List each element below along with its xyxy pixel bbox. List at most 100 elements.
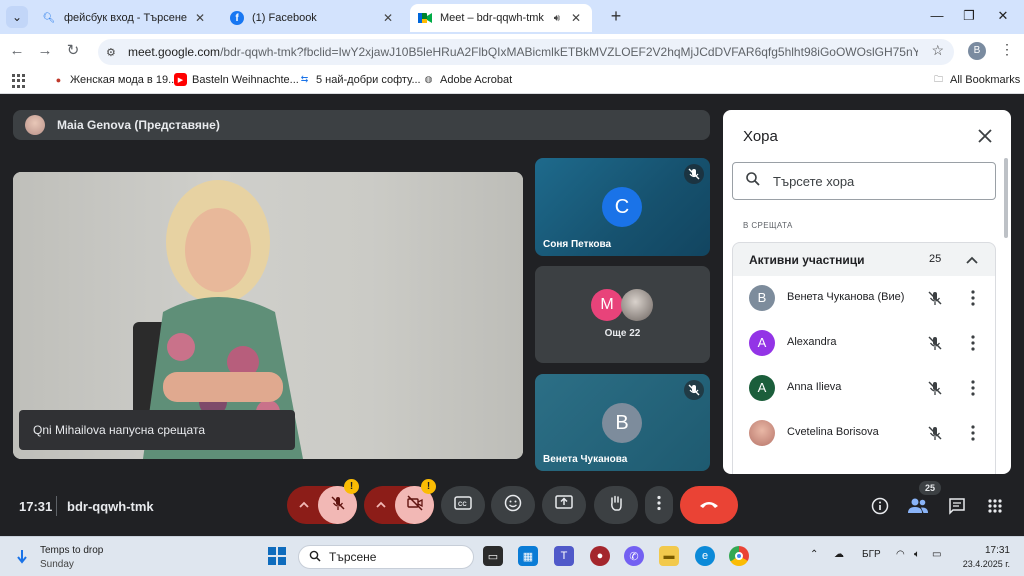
weather-icon[interactable] <box>14 549 30 565</box>
restore-button[interactable]: ❐ <box>954 5 984 27</box>
close-tab-icon[interactable]: ✕ <box>568 11 584 25</box>
browser-menu-icon[interactable]: ⋮ <box>1000 41 1014 58</box>
participant-row[interactable]: A Alexandra <box>733 321 995 365</box>
mic-off-icon[interactable] <box>926 379 944 397</box>
cloud-icon[interactable]: ☁ <box>834 549 844 560</box>
tab-meet[interactable]: Meet – bdr-qqwh-tmk 🔊︎ ✕ <box>410 4 592 32</box>
bookmark-item[interactable]: ▶ Basteln Weihnachte... <box>174 73 299 86</box>
participant-tile[interactable]: С Соня Петкова <box>535 158 710 256</box>
close-window-button[interactable]: ✕ <box>988 5 1018 27</box>
more-options-icon[interactable] <box>969 289 977 307</box>
clock-time[interactable]: 17:31 <box>984 545 1010 556</box>
mic-off-icon <box>329 494 347 517</box>
more-options-icon[interactable] <box>969 424 977 442</box>
more-options-icon[interactable] <box>969 379 977 397</box>
close-icon[interactable] <box>977 128 993 144</box>
presenter-name: Maia Genova (Представяне) <box>57 118 220 132</box>
widgets-icon[interactable]: ▦ <box>518 546 538 566</box>
tab-title: фейсбук вход - Търсене <box>64 12 188 24</box>
bookmark-label: 5 най-добри софту... <box>316 73 421 86</box>
close-tab-icon[interactable]: ✕ <box>380 11 396 25</box>
chrome-icon[interactable] <box>729 546 749 566</box>
task-view-icon[interactable]: ▭ <box>483 546 503 566</box>
participant-row[interactable]: В Венета Чуканова (Вие) <box>733 276 995 320</box>
teams-icon[interactable]: T <box>554 546 574 566</box>
bookmark-item[interactable]: ◍ Adobe Acrobat <box>422 73 513 86</box>
reactions-button[interactable] <box>491 486 535 524</box>
group-count: 25 <box>929 253 942 265</box>
more-options-icon[interactable] <box>969 334 977 352</box>
wifi-icon[interactable]: ◠ <box>896 549 905 560</box>
participant-row[interactable]: A Anna Ilieva <box>733 366 995 410</box>
tab-title: (1) Facebook <box>252 12 317 24</box>
active-participants-header[interactable]: Активни участници 25 <box>732 242 996 276</box>
participant-avatar: A <box>749 330 775 356</box>
panel-scrollbar[interactable] <box>1004 158 1008 238</box>
search-people-input[interactable] <box>773 173 973 189</box>
participant-tile[interactable]: В Венета Чуканова <box>535 374 710 471</box>
speaker-icon: 🔊︎ <box>553 12 560 24</box>
chevron-up-icon[interactable] <box>374 498 388 512</box>
mic-off-icon[interactable] <box>926 334 944 352</box>
browser-tab-strip: ⌄ 🔍︎ фейсбук вход - Търсене ✕ f (1) Face… <box>0 0 1024 34</box>
bookmark-item[interactable]: ● Женская мода в 19... <box>52 73 177 86</box>
forward-button[interactable]: → <box>34 40 56 62</box>
volume-icon[interactable]: 🔈︎ <box>914 549 920 560</box>
edge-icon[interactable]: e <box>695 546 715 566</box>
chat-icon[interactable] <box>945 494 969 518</box>
chevron-up-icon[interactable]: ⌃ <box>810 549 818 560</box>
address-bar[interactable]: ⚙︎ meet.google.com/bdr-qqwh-tmk?fbclid=I… <box>98 39 954 65</box>
meeting-code: bdr-qqwh-tmk <box>67 499 154 514</box>
search-icon: 🔍︎ <box>42 12 56 24</box>
leave-call-button[interactable] <box>680 486 738 524</box>
more-options-button[interactable] <box>645 486 673 524</box>
google-meet-icon <box>418 11 432 25</box>
participant-list: В Венета Чуканова (Вие) A Alexandra A An… <box>732 276 996 474</box>
profile-avatar[interactable]: B <box>968 42 986 60</box>
taskbar-search[interactable]: Търсене <box>298 545 474 569</box>
present-screen-button[interactable] <box>542 486 586 524</box>
participant-name: Anna Ilieva <box>787 381 842 393</box>
minimize-button[interactable]: — <box>922 5 952 27</box>
file-explorer-icon[interactable]: ▬ <box>659 546 679 566</box>
tab-search-button[interactable]: ⌄ <box>6 6 28 28</box>
apps-grid-icon[interactable] <box>12 74 26 88</box>
url-text[interactable]: meet.google.com/bdr-qqwh-tmk?fbclid=IwY2… <box>128 45 918 59</box>
people-search[interactable] <box>732 162 996 200</box>
viber-icon[interactable]: ✆ <box>624 546 644 566</box>
mic-off-icon <box>684 380 704 400</box>
folder-icon: 🗀︎ <box>933 73 943 84</box>
app-icon[interactable]: ● <box>590 546 610 566</box>
mic-off-icon[interactable] <box>926 424 944 442</box>
more-participants-tile[interactable]: M Още 22 <box>535 266 710 363</box>
bookmark-item[interactable]: ⇆ 5 най-добри софту... <box>298 73 421 86</box>
hang-up-icon <box>698 496 720 514</box>
mic-off-icon[interactable] <box>926 289 944 307</box>
participant-avatar: В <box>749 285 775 311</box>
chevron-up-icon[interactable] <box>297 498 311 512</box>
back-button[interactable]: ← <box>6 40 28 62</box>
participant-photo-avatar <box>621 289 653 321</box>
all-bookmarks[interactable]: 🗀︎ All Bookmarks <box>932 73 1020 86</box>
presenter-bar: Maia Genova (Представяне) <box>13 110 710 140</box>
reload-button[interactable]: ↻ <box>62 40 84 62</box>
raise-hand-button[interactable] <box>594 486 638 524</box>
people-icon[interactable] <box>906 494 930 518</box>
activities-icon[interactable] <box>983 494 1007 518</box>
participant-row[interactable]: Cvetelina Borisova <box>733 411 995 455</box>
close-tab-icon[interactable]: ✕ <box>192 11 208 25</box>
bookmark-star-icon[interactable]: ☆ <box>931 42 944 59</box>
chevron-up-icon[interactable] <box>965 253 979 267</box>
clock-date[interactable]: 23.4.2025 г. <box>958 559 1010 569</box>
meeting-info-icon[interactable] <box>868 494 892 518</box>
people-panel: Хора В СРЕЩАТА Активни участници 25 В Ве… <box>723 110 1011 474</box>
site-info-icon[interactable]: ⚙︎ <box>106 46 122 59</box>
tab-facebook[interactable]: f (1) Facebook ✕ <box>222 4 404 32</box>
tab-search[interactable]: 🔍︎ фейсбук вход - Търсене ✕ <box>34 4 216 32</box>
captions-button[interactable]: CC <box>441 486 485 524</box>
input-language[interactable]: БГР <box>862 549 881 560</box>
new-tab-button[interactable]: + <box>606 6 626 26</box>
bookmark-label: Женская мода в 19... <box>70 73 178 86</box>
battery-icon[interactable]: ▭ <box>932 549 941 560</box>
windows-start-icon[interactable] <box>268 547 286 565</box>
